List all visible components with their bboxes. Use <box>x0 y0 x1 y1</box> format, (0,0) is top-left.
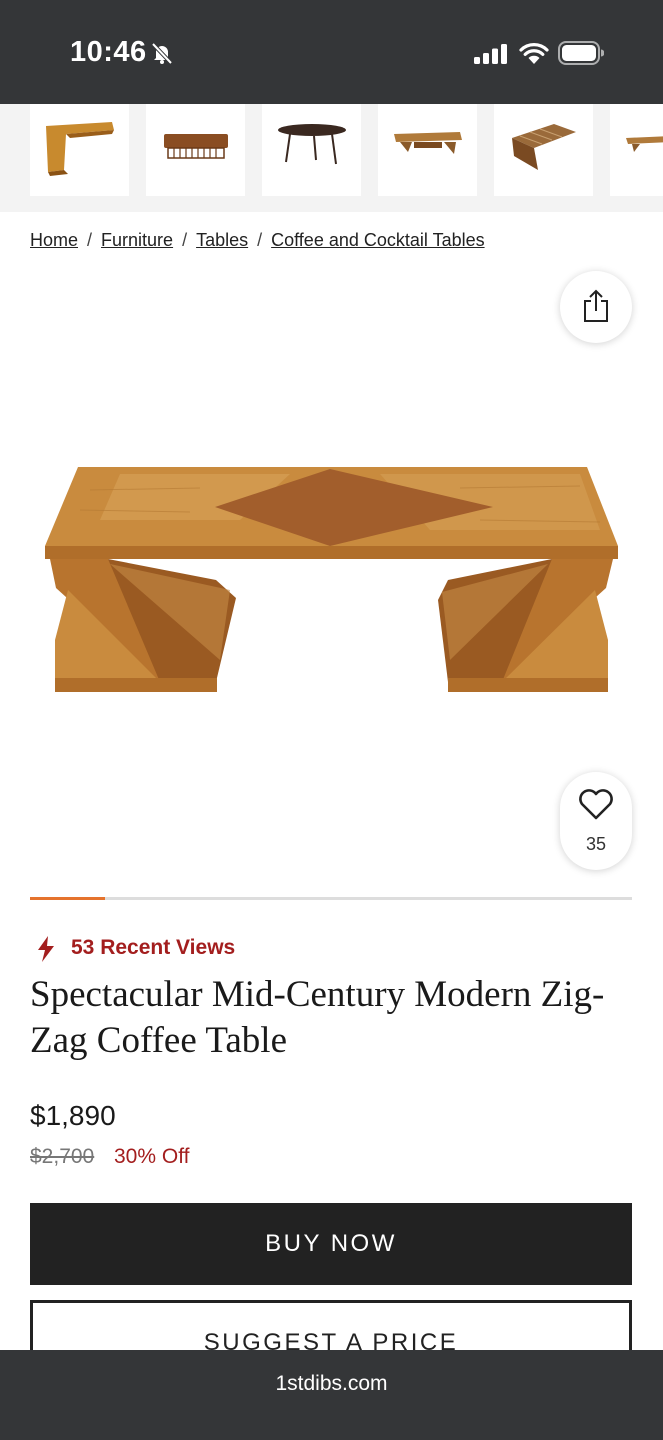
buy-now-button[interactable]: BUY NOW <box>30 1203 632 1285</box>
discount-label: 30% Off <box>114 1145 190 1168</box>
original-price: $2,700 <box>30 1145 95 1168</box>
breadcrumb-coffee-tables[interactable]: Coffee and Cocktail Tables <box>271 230 484 250</box>
recent-views-label: 53 Recent Views <box>71 936 236 959</box>
product-image[interactable] <box>40 460 625 705</box>
breadcrumb-home[interactable]: Home <box>30 230 78 250</box>
breadcrumb-separator: / <box>87 230 93 250</box>
heart-icon <box>579 789 613 820</box>
favorite-count: 35 <box>585 834 607 854</box>
thumbnail-2[interactable] <box>146 104 245 196</box>
thumbnail-5[interactable] <box>494 104 593 196</box>
breadcrumb-furniture[interactable]: Furniture <box>101 230 173 250</box>
gallery-progress-fill <box>30 897 106 900</box>
bell-slash-icon <box>150 41 174 70</box>
gallery-progress-bar <box>30 897 632 900</box>
share-icon <box>584 289 608 322</box>
thumbnail-6[interactable] <box>610 104 663 196</box>
breadcrumb-tables[interactable]: Tables <box>196 230 248 250</box>
favorite-button[interactable]: 35 <box>560 772 632 870</box>
status-time: 10:46 <box>70 36 147 68</box>
breadcrumb-separator: / <box>182 230 188 250</box>
thumbnail-strip[interactable] <box>0 104 663 212</box>
breadcrumb-separator: / <box>257 230 263 250</box>
browser-address-bar[interactable]: 1stdibs.com <box>0 1350 663 1440</box>
thumbnail-1[interactable] <box>30 104 129 196</box>
browser-domain: 1stdibs.com <box>275 1372 388 1395</box>
share-button[interactable] <box>560 271 632 343</box>
cellular-signal-icon <box>474 44 508 69</box>
battery-icon <box>558 41 605 70</box>
thumbnail-3[interactable] <box>262 104 361 196</box>
wifi-icon <box>519 42 549 69</box>
lightning-icon <box>38 936 54 962</box>
price: $1,890 <box>30 1100 116 1131</box>
breadcrumb: Home / Furniture / Tables / Coffee and Cocktai… <box>30 230 485 251</box>
thumbnail-4[interactable] <box>378 104 477 196</box>
status-bar: 10:46 <box>0 0 663 104</box>
product-title: Spectacular Mid-Century Modern Zig-Zag C… <box>30 974 605 1061</box>
